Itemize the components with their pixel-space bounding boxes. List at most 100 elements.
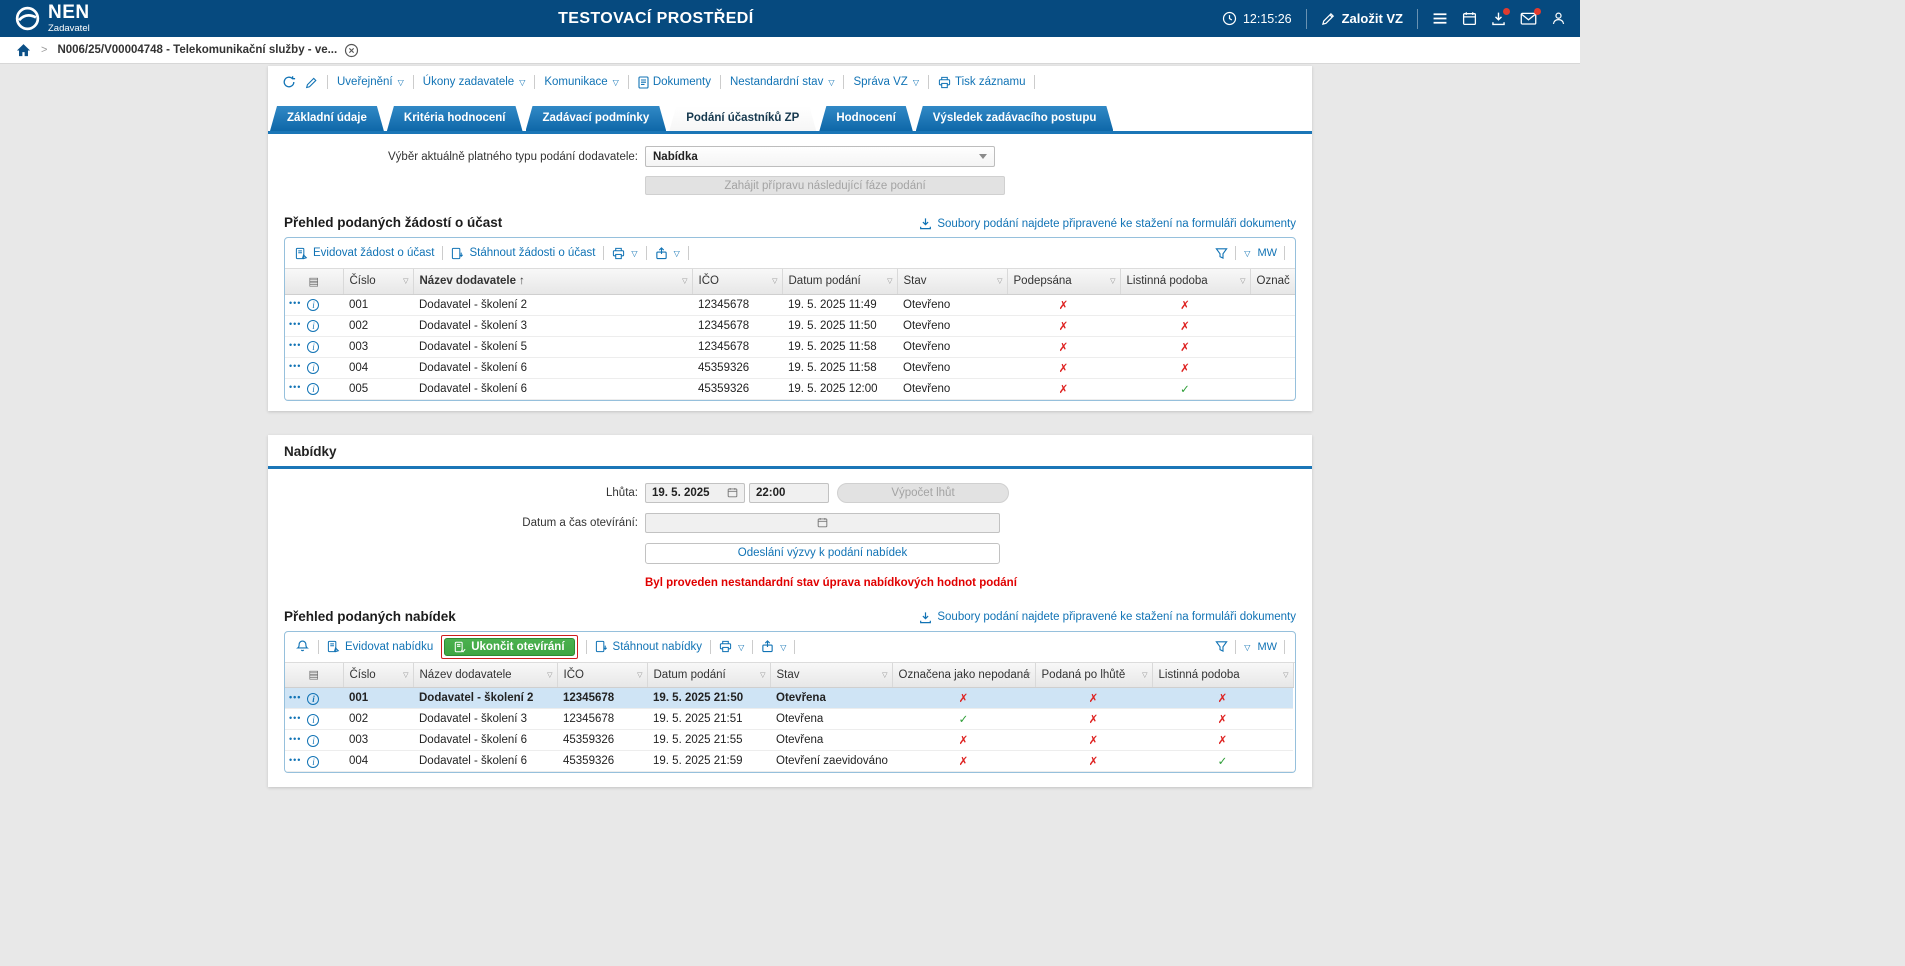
- close-record-icon[interactable]: [344, 43, 359, 58]
- row-menu-icon[interactable]: •••: [289, 734, 301, 744]
- table-row[interactable]: •••i003Dodavatel - školení 64535932619. …: [285, 730, 1293, 751]
- info-icon[interactable]: i: [307, 320, 319, 332]
- caret-down-icon[interactable]: [1244, 247, 1250, 259]
- offers-section-header: Přehled podaných nabídek Soubory podání …: [284, 609, 1296, 624]
- column-header[interactable]: Podepsána: [1007, 269, 1120, 294]
- row-menu-icon[interactable]: •••: [289, 692, 301, 702]
- info-icon[interactable]: i: [307, 756, 319, 768]
- info-icon[interactable]: i: [307, 299, 319, 311]
- table-row[interactable]: •••i001Dodavatel - školení 21234567819. …: [285, 294, 1295, 315]
- row-menu-icon[interactable]: •••: [289, 382, 301, 392]
- end-opening-button[interactable]: Ukončit otevírání: [444, 638, 574, 656]
- offers-files-link[interactable]: Soubory podání najdete připravené ke sta…: [919, 611, 1296, 624]
- info-icon[interactable]: i: [307, 693, 319, 705]
- create-vz-button[interactable]: Založit VZ: [1321, 11, 1403, 26]
- table-row[interactable]: •••i002Dodavatel - školení 31234567819. …: [285, 709, 1293, 730]
- column-header[interactable]: Stav: [897, 269, 1007, 294]
- table-row[interactable]: •••i002Dodavatel - školení 31234567819. …: [285, 315, 1295, 336]
- mail-icon[interactable]: [1520, 11, 1537, 26]
- row-menu-icon[interactable]: •••: [289, 713, 301, 723]
- column-header[interactable]: Listinná podoba: [1152, 663, 1293, 688]
- column-header[interactable]: Listinná podoba: [1120, 269, 1250, 294]
- column-header[interactable]: Název dodavatele: [413, 663, 557, 688]
- mw-label[interactable]: MW: [1257, 247, 1277, 259]
- column-chooser-icon[interactable]: ▤: [285, 269, 343, 294]
- deadline-date-input[interactable]: 19. 5. 2025: [645, 483, 745, 503]
- edit-record-icon[interactable]: [305, 76, 318, 89]
- filter-icon[interactable]: [1215, 640, 1228, 653]
- cell-ico: 12345678: [557, 709, 647, 730]
- tab-zakladni-udaje[interactable]: Základní údaje: [270, 106, 384, 131]
- column-header[interactable]: Číslo: [343, 663, 413, 688]
- send-call-button[interactable]: Odeslání výzvy k podání nabídek: [645, 543, 1000, 564]
- table-row[interactable]: •••i001Dodavatel - školení 21234567819. …: [285, 688, 1293, 709]
- info-icon[interactable]: i: [307, 735, 319, 747]
- table-row[interactable]: •••i004Dodavatel - školení 64535932619. …: [285, 357, 1295, 378]
- print-menu-button[interactable]: [719, 640, 744, 653]
- requests-files-link[interactable]: Soubory podání najdete připravené ke sta…: [919, 217, 1296, 230]
- row-menu-icon[interactable]: •••: [289, 298, 301, 308]
- info-icon[interactable]: i: [307, 714, 319, 726]
- deadline-time-input[interactable]: 22:00: [749, 483, 829, 503]
- mw-label[interactable]: MW: [1257, 641, 1277, 653]
- register-offer-link[interactable]: Evidovat nabídku: [327, 640, 433, 653]
- column-header[interactable]: Označena jako nepodaná: [892, 663, 1035, 688]
- menu-nestandardni-stav[interactable]: Nestandardní stav: [730, 76, 835, 88]
- print-menu-button[interactable]: [612, 247, 637, 260]
- download-requests-link[interactable]: Stáhnout žádosti o účast: [451, 247, 595, 260]
- home-icon[interactable]: [16, 43, 31, 57]
- column-header[interactable]: IČO: [557, 663, 647, 688]
- row-menu-icon[interactable]: •••: [289, 755, 301, 765]
- row-actions: ••• i: [285, 336, 343, 357]
- column-header[interactable]: Stav: [770, 663, 892, 688]
- info-icon[interactable]: i: [307, 341, 319, 353]
- row-menu-icon[interactable]: •••: [289, 319, 301, 329]
- calendar-icon[interactable]: [1462, 11, 1477, 26]
- column-chooser-icon[interactable]: ▤: [285, 663, 343, 688]
- tab-zadavaci-podminky[interactable]: Zadávací podmínky: [526, 106, 667, 131]
- opening-datetime-input[interactable]: [645, 513, 1000, 533]
- downloads-icon[interactable]: [1491, 11, 1506, 26]
- column-header[interactable]: Číslo: [343, 269, 413, 294]
- menu-tisk-zaznamu[interactable]: Tisk záznamu: [938, 76, 1026, 89]
- submission-type-select[interactable]: Nabídka: [645, 146, 995, 167]
- tab-vysledek-zadavaciho-postupu[interactable]: Výsledek zadávacího postupu: [916, 106, 1114, 131]
- calendar-icon[interactable]: [817, 517, 828, 528]
- table-row[interactable]: •••i005Dodavatel - školení 64535932619. …: [285, 378, 1295, 399]
- bell-icon[interactable]: [295, 639, 310, 654]
- export-menu-button[interactable]: [655, 247, 680, 260]
- filter-icon[interactable]: [1215, 247, 1228, 260]
- info-icon[interactable]: i: [307, 362, 319, 374]
- menu-icon[interactable]: [1432, 11, 1448, 26]
- column-header[interactable]: Datum podání: [782, 269, 897, 294]
- info-icon[interactable]: i: [307, 383, 319, 395]
- menu-uverejneni[interactable]: Uveřejnění: [337, 76, 404, 88]
- menu-ukony-zadavatele[interactable]: Úkony zadavatele: [423, 76, 526, 88]
- column-header[interactable]: IČO: [692, 269, 782, 294]
- row-menu-icon[interactable]: •••: [289, 361, 301, 371]
- tab-kriteria-hodnoceni[interactable]: Kritéria hodnocení: [387, 106, 523, 131]
- caret-down-icon[interactable]: [1244, 641, 1250, 653]
- breadcrumb-record[interactable]: N006/25/V00004748 - Telekomunikační služ…: [57, 43, 359, 58]
- register-request-link[interactable]: Evidovat žádost o účast: [295, 247, 434, 260]
- history-icon[interactable]: [282, 75, 296, 89]
- export-menu-button[interactable]: [761, 640, 786, 653]
- calc-deadlines-button[interactable]: Výpočet lhůt: [837, 483, 1009, 503]
- calendar-icon[interactable]: [727, 487, 738, 498]
- tab-hodnoceni[interactable]: Hodnocení: [819, 106, 912, 131]
- column-header[interactable]: Název dodavatele↑: [413, 269, 692, 294]
- menu-komunikace[interactable]: Komunikace: [544, 76, 618, 88]
- column-header[interactable]: Podaná po lhůtě: [1035, 663, 1152, 688]
- column-header[interactable]: Datum podání: [647, 663, 770, 688]
- tab-podani-ucastniku-zp[interactable]: Podání účastníků ZP: [669, 106, 816, 131]
- menu-sprava-vz[interactable]: Správa VZ: [853, 76, 918, 88]
- table-row[interactable]: •••i004Dodavatel - školení 64535932619. …: [285, 751, 1293, 772]
- nen-logo[interactable]: NEN Zadavatel: [14, 3, 90, 34]
- user-icon[interactable]: [1551, 11, 1566, 26]
- column-header[interactable]: Označ: [1250, 269, 1295, 294]
- menu-dokumenty[interactable]: Dokumenty: [638, 76, 711, 89]
- download-offers-link[interactable]: Stáhnout nabídky: [595, 640, 703, 653]
- row-menu-icon[interactable]: •••: [289, 340, 301, 350]
- table-row[interactable]: •••i003Dodavatel - školení 51234567819. …: [285, 336, 1295, 357]
- next-phase-button[interactable]: Zahájit přípravu následující fáze podání: [645, 176, 1005, 195]
